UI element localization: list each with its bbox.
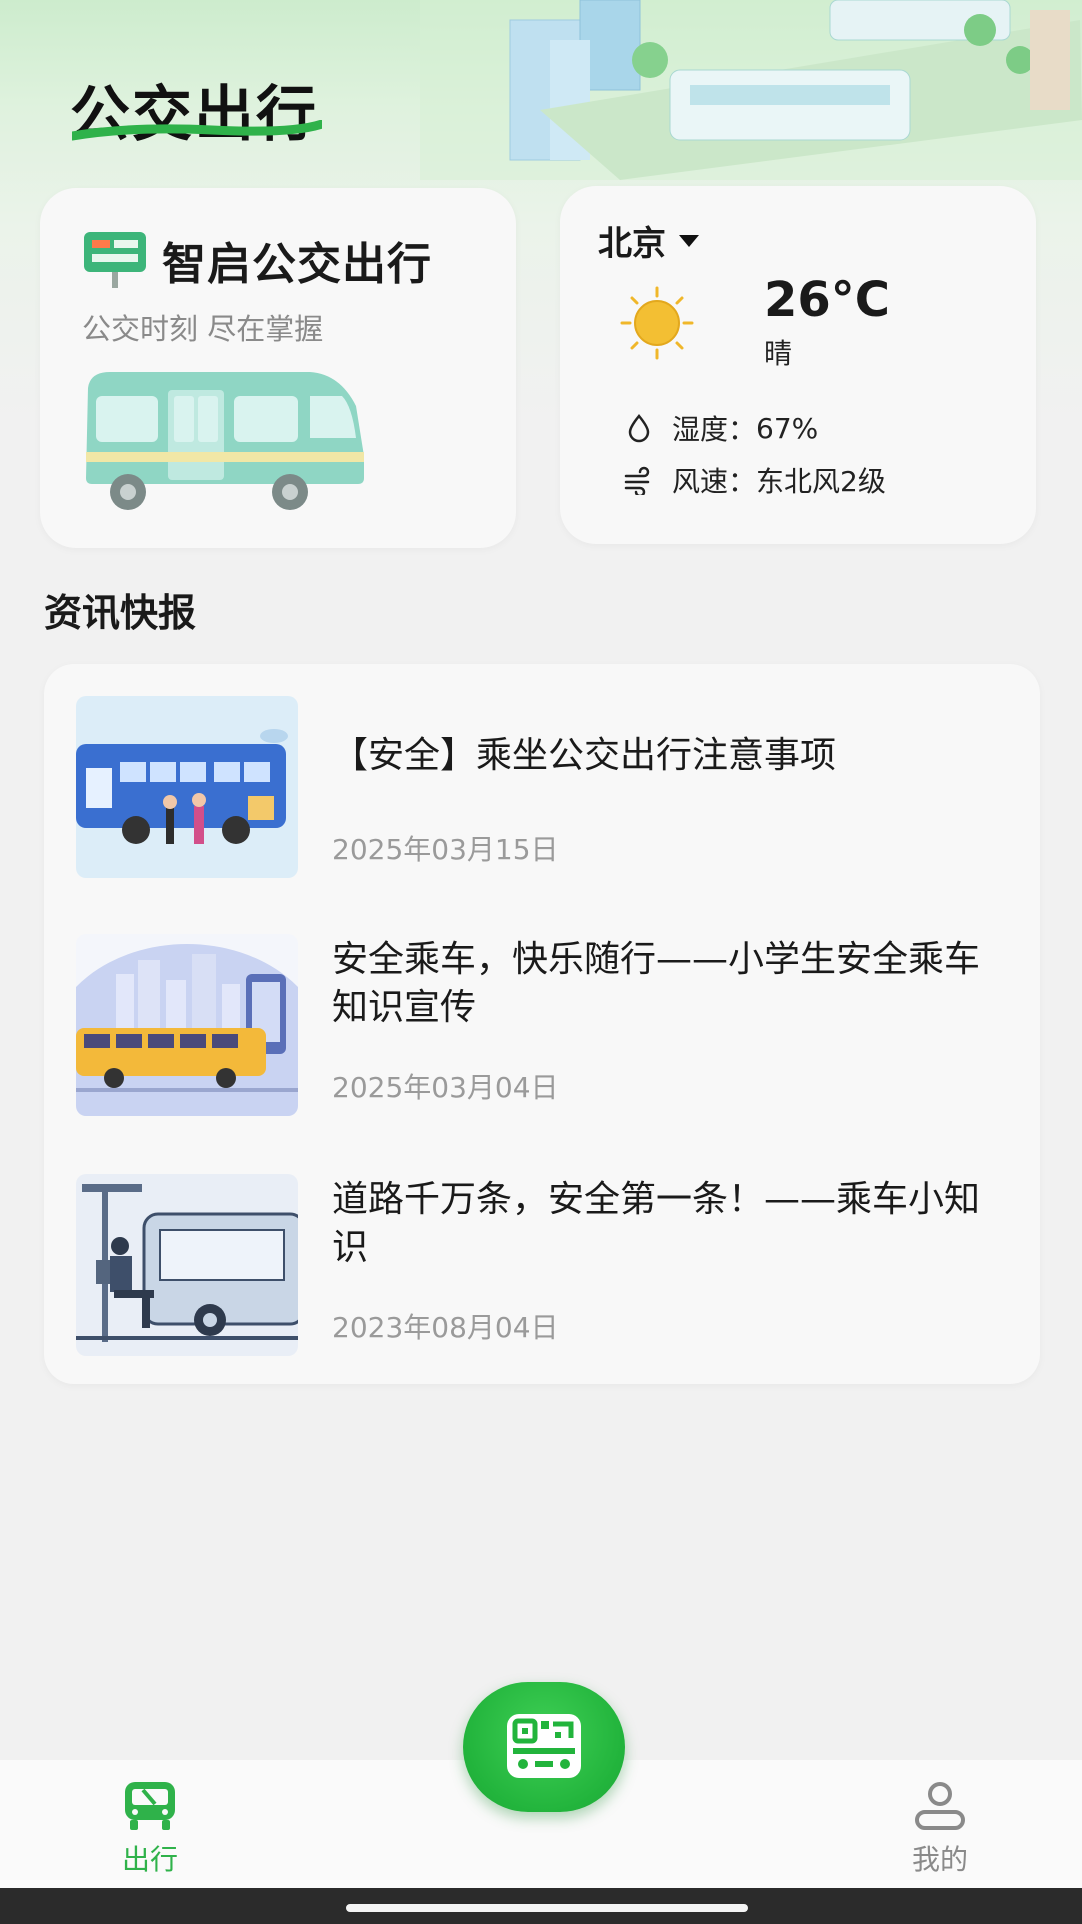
news-title: 道路千万条，安全第一条！——乘车小知识 <box>332 1179 981 1268</box>
news-item[interactable]: 道路千万条，安全第一条！——乘车小知识 2023年08月04日 <box>44 1174 1040 1374</box>
news-list: 【安全】乘坐公交出行注意事项 2025年03月15日 安全乘车，快乐随行——小学… <box>44 664 1040 1384</box>
wind-row: 风速： 东北风2级 <box>624 460 886 500</box>
news-section-title: 资讯快报 <box>44 591 197 635</box>
city-illustration <box>420 0 1082 180</box>
news-item[interactable]: 安全乘车，快乐随行——小学生安全乘车知识宣传 2025年03月04日 <box>44 934 1040 1134</box>
city-name: 北京 <box>598 224 666 264</box>
news-date: 2023年08月04日 <box>332 1311 559 1344</box>
news-title: 【安全】乘坐公交出行注意事项 <box>332 735 837 776</box>
humidity-row: 湿度： 67% <box>624 408 818 448</box>
news-thumbnail <box>76 696 298 878</box>
wind-icon <box>624 466 650 495</box>
bus-stop-sign-icon <box>84 232 146 288</box>
city-selector[interactable]: 北京 <box>598 216 700 265</box>
weather-condition: 晴 <box>764 337 793 370</box>
tab-me-label: 我的 <box>911 1843 968 1876</box>
droplet-icon <box>628 414 650 443</box>
humidity-value: 67% <box>756 411 819 445</box>
bus-illustration <box>86 372 364 510</box>
home-indicator[interactable] <box>346 1904 748 1912</box>
brand-name: 智启公交出行 <box>162 239 432 290</box>
bus-tab-icon <box>125 1782 175 1830</box>
tab-me[interactable]: 我的 <box>870 1782 1010 1882</box>
title-underline <box>72 120 322 141</box>
user-icon <box>915 1782 965 1830</box>
news-thumbnail <box>76 1174 298 1356</box>
tab-go[interactable]: 出行 <box>80 1782 220 1882</box>
caret-down-icon <box>679 234 699 247</box>
wind-value: 东北风2级 <box>756 465 886 498</box>
news-title: 安全乘车，快乐随行——小学生安全乘车知识宣传 <box>332 939 981 1028</box>
news-date: 2025年03月04日 <box>332 1071 559 1104</box>
news-item[interactable]: 【安全】乘坐公交出行注意事项 2025年03月15日 <box>44 696 1040 896</box>
weather-card: 北京 26°C 晴 湿度： 67% 风速： 东北风2级 <box>560 186 1036 544</box>
scan-bus-button[interactable] <box>463 1682 625 1812</box>
news-date: 2025年03月15日 <box>332 833 559 866</box>
wind-label: 风速： <box>672 465 757 498</box>
brand-card[interactable]: 智启公交出行 公交时刻 尽在掌握 <box>40 188 516 548</box>
news-thumbnail <box>76 934 298 1116</box>
tab-go-label: 出行 <box>121 1843 178 1876</box>
brand-slogan: 公交时刻 尽在掌握 <box>82 312 324 346</box>
sun-icon <box>620 286 694 360</box>
scan-bus-icon <box>507 1714 581 1778</box>
humidity-label: 湿度： <box>672 413 757 446</box>
temperature: 26°C <box>764 272 891 328</box>
